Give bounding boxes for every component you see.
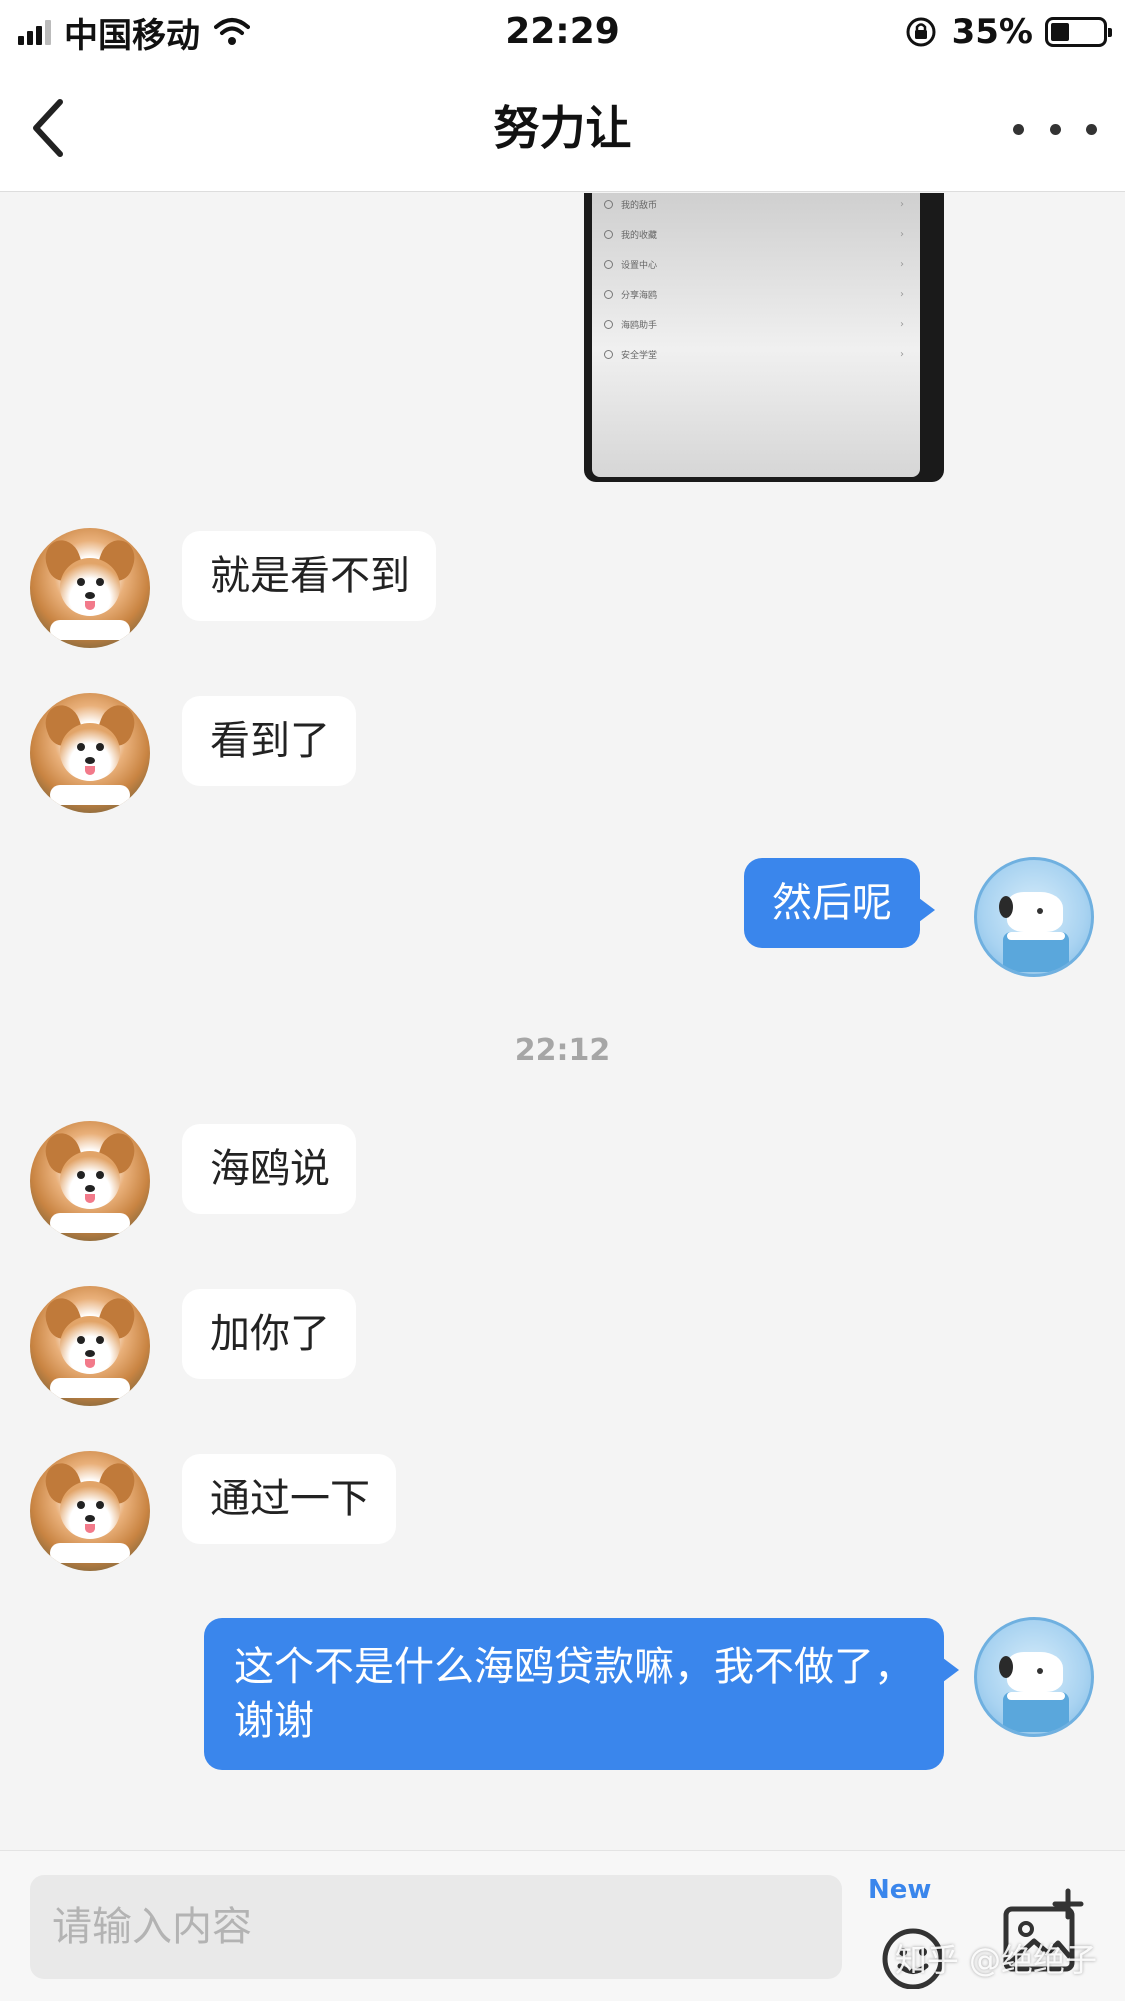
dog-tongue	[85, 1194, 95, 1203]
ellipsis-icon	[1013, 123, 1024, 135]
battery-percent: 35%	[951, 12, 1033, 52]
menu-row-icon	[604, 289, 613, 299]
menu-row-label: 我的收藏	[621, 230, 658, 241]
bot-ear	[999, 1656, 1013, 1678]
my-avatar[interactable]	[974, 857, 1094, 977]
battery-icon	[1045, 17, 1112, 47]
ellipsis-dot	[1086, 123, 1097, 135]
my-avatar[interactable]	[974, 1617, 1094, 1737]
dog-paws	[50, 1378, 130, 1398]
menu-row-icon	[604, 349, 613, 359]
dog-eye	[77, 1171, 85, 1179]
contact-avatar[interactable]	[30, 693, 150, 813]
menu-row-label: 分享海鸥	[621, 290, 658, 301]
menu-row-chevron: ›	[900, 288, 904, 300]
dog-paws	[50, 785, 130, 805]
menu-row-chevron: ›	[900, 348, 904, 360]
menu-row-icon	[604, 259, 613, 269]
dog-eye	[77, 1336, 85, 1344]
menu-row: 安全学堂 ›	[604, 343, 914, 365]
menu-row: 我的敌币 ›	[604, 193, 914, 215]
message-bubble-incoming[interactable]: 就是看不到	[182, 531, 436, 621]
menu-row-icon	[604, 319, 613, 329]
dog-eye	[77, 743, 85, 751]
contact-avatar[interactable]	[30, 1451, 150, 1571]
chat-list[interactable]: 我的敌币 › 我的收藏 › 设置中心 › 分享海鸥 › 海鸥助手 › 安全学堂 › 就是看不…	[0, 193, 1125, 1850]
watermark: 知乎 @绝绝子	[894, 1941, 1097, 1979]
input-bar: New 知乎 @绝绝子	[0, 1850, 1125, 2001]
menu-row-chevron: ›	[900, 228, 904, 240]
more-button[interactable]	[1013, 104, 1097, 154]
menu-row-label: 我的敌币	[621, 200, 658, 211]
dog-tongue	[85, 601, 95, 610]
bot-scarf	[1007, 1692, 1065, 1700]
dog-nose	[85, 592, 95, 599]
dog-eye	[96, 743, 104, 751]
nav-bar: 努力让	[0, 64, 1125, 192]
bot-head	[1007, 1652, 1063, 1692]
dog-eye	[77, 578, 85, 586]
shared-screenshot-image[interactable]: 我的敌币 › 我的收藏 › 设置中心 › 分享海鸥 › 海鸥助手 › 安全学堂 ›	[584, 193, 944, 482]
menu-row: 设置中心 ›	[604, 253, 914, 275]
message-bubble-incoming[interactable]: 看到了	[182, 696, 356, 786]
dog-paws	[50, 1543, 130, 1563]
dog-paws	[50, 1213, 130, 1233]
message-input[interactable]	[30, 1875, 842, 1979]
menu-row-label: 设置中心	[621, 260, 658, 271]
shared-screenshot-screen: 我的敌币 › 我的收藏 › 设置中心 › 分享海鸥 › 海鸥助手 › 安全学堂 ›	[592, 193, 920, 477]
contact-avatar[interactable]	[30, 528, 150, 648]
menu-row-icon	[604, 199, 613, 209]
dog-nose	[85, 1515, 95, 1522]
bot-eye	[1037, 908, 1043, 914]
bot-ear	[999, 896, 1013, 918]
message-bubble-incoming[interactable]: 通过一下	[182, 1454, 396, 1544]
message-bubble-outgoing[interactable]: 这个不是什么海鸥贷款嘛，我不做了，谢谢	[204, 1618, 959, 1770]
status-bar: 中国移动 22:29 35%	[0, 0, 1125, 64]
menu-row-label: 安全学堂	[621, 350, 658, 361]
dog-eye	[96, 1501, 104, 1509]
menu-row-icon	[604, 229, 613, 239]
bot-head	[1007, 892, 1063, 932]
bot-eye	[1037, 1668, 1043, 1674]
dog-nose	[85, 1350, 95, 1357]
dog-nose	[85, 757, 95, 764]
dog-eye	[77, 1501, 85, 1509]
ellipsis-dot	[1049, 123, 1061, 135]
bot-scarf	[1007, 932, 1065, 940]
dog-paws	[50, 620, 130, 640]
dog-eye	[96, 1336, 104, 1344]
chat-title: 努力让	[493, 101, 632, 155]
message-bubble-incoming[interactable]: 海鸥说	[182, 1124, 356, 1214]
orientation-lock-icon	[906, 17, 936, 47]
contact-avatar[interactable]	[30, 1121, 150, 1241]
message-bubble-outgoing[interactable]: 然后呢	[744, 858, 935, 948]
message-bubble-incoming[interactable]: 加你了	[182, 1289, 356, 1379]
message-timestamp: 22:12	[514, 1033, 611, 1068]
menu-row-label: 海鸥助手	[621, 320, 658, 331]
menu-row: 海鸥助手 ›	[604, 313, 914, 335]
menu-row: 分享海鸥 ›	[604, 283, 914, 305]
menu-row-chevron: ›	[900, 258, 904, 270]
menu-row: 我的收藏 ›	[604, 223, 914, 245]
status-right: 35%	[904, 8, 1112, 56]
dog-tongue	[85, 766, 95, 775]
dog-eye	[96, 578, 104, 586]
contact-avatar[interactable]	[30, 1286, 150, 1406]
dog-nose	[85, 1185, 95, 1192]
menu-row-chevron: ›	[900, 198, 904, 210]
dog-tongue	[85, 1359, 95, 1368]
dog-tongue	[85, 1524, 95, 1533]
menu-row-chevron: ›	[900, 318, 904, 330]
dog-eye	[96, 1171, 104, 1179]
new-badge: New	[868, 1875, 932, 1905]
